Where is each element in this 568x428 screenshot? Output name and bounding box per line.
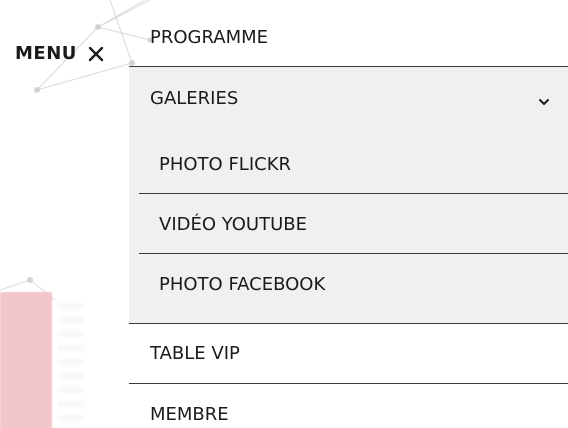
submenu-item-photo-flickr[interactable]: PHOTO FLICKR [139,134,568,194]
main-menu: PROGRAMME GALERIES PHOTO FLICKR VIDÉO YO… [129,0,568,428]
submenu-item-label: VIDÉO YOUTUBE [159,213,307,235]
menu-item-galeries[interactable]: GALERIES [129,67,568,129]
chevron-down-icon [538,92,550,105]
menu-item-programme[interactable]: PROGRAMME [129,8,568,66]
menu-item-label: PROGRAMME [150,26,269,48]
submenu-item-label: PHOTO FLICKR [159,153,292,175]
menu-item-membre[interactable]: MEMBRE [129,384,568,428]
menu-item-table-vip[interactable]: TABLE VIP [129,324,568,383]
menu-item-label: MEMBRE [150,403,229,425]
submenu-item-video-youtube[interactable]: VIDÉO YOUTUBE [139,194,568,254]
menu-item-label: GALERIES [150,87,239,109]
page: MENU PROGRAMME GALERIES PHOTO FLICKR VID… [0,0,568,428]
submenu-item-label: PHOTO FACEBOOK [159,273,326,295]
menu-label: MENU [15,43,77,64]
menu-toggle[interactable]: MENU [15,43,105,65]
close-icon[interactable] [87,45,105,63]
menu-item-label: TABLE VIP [150,343,240,364]
faint-background-text [58,295,84,428]
pink-decorative-block [0,292,52,428]
submenu-item-photo-facebook[interactable]: PHOTO FACEBOOK [139,254,568,314]
